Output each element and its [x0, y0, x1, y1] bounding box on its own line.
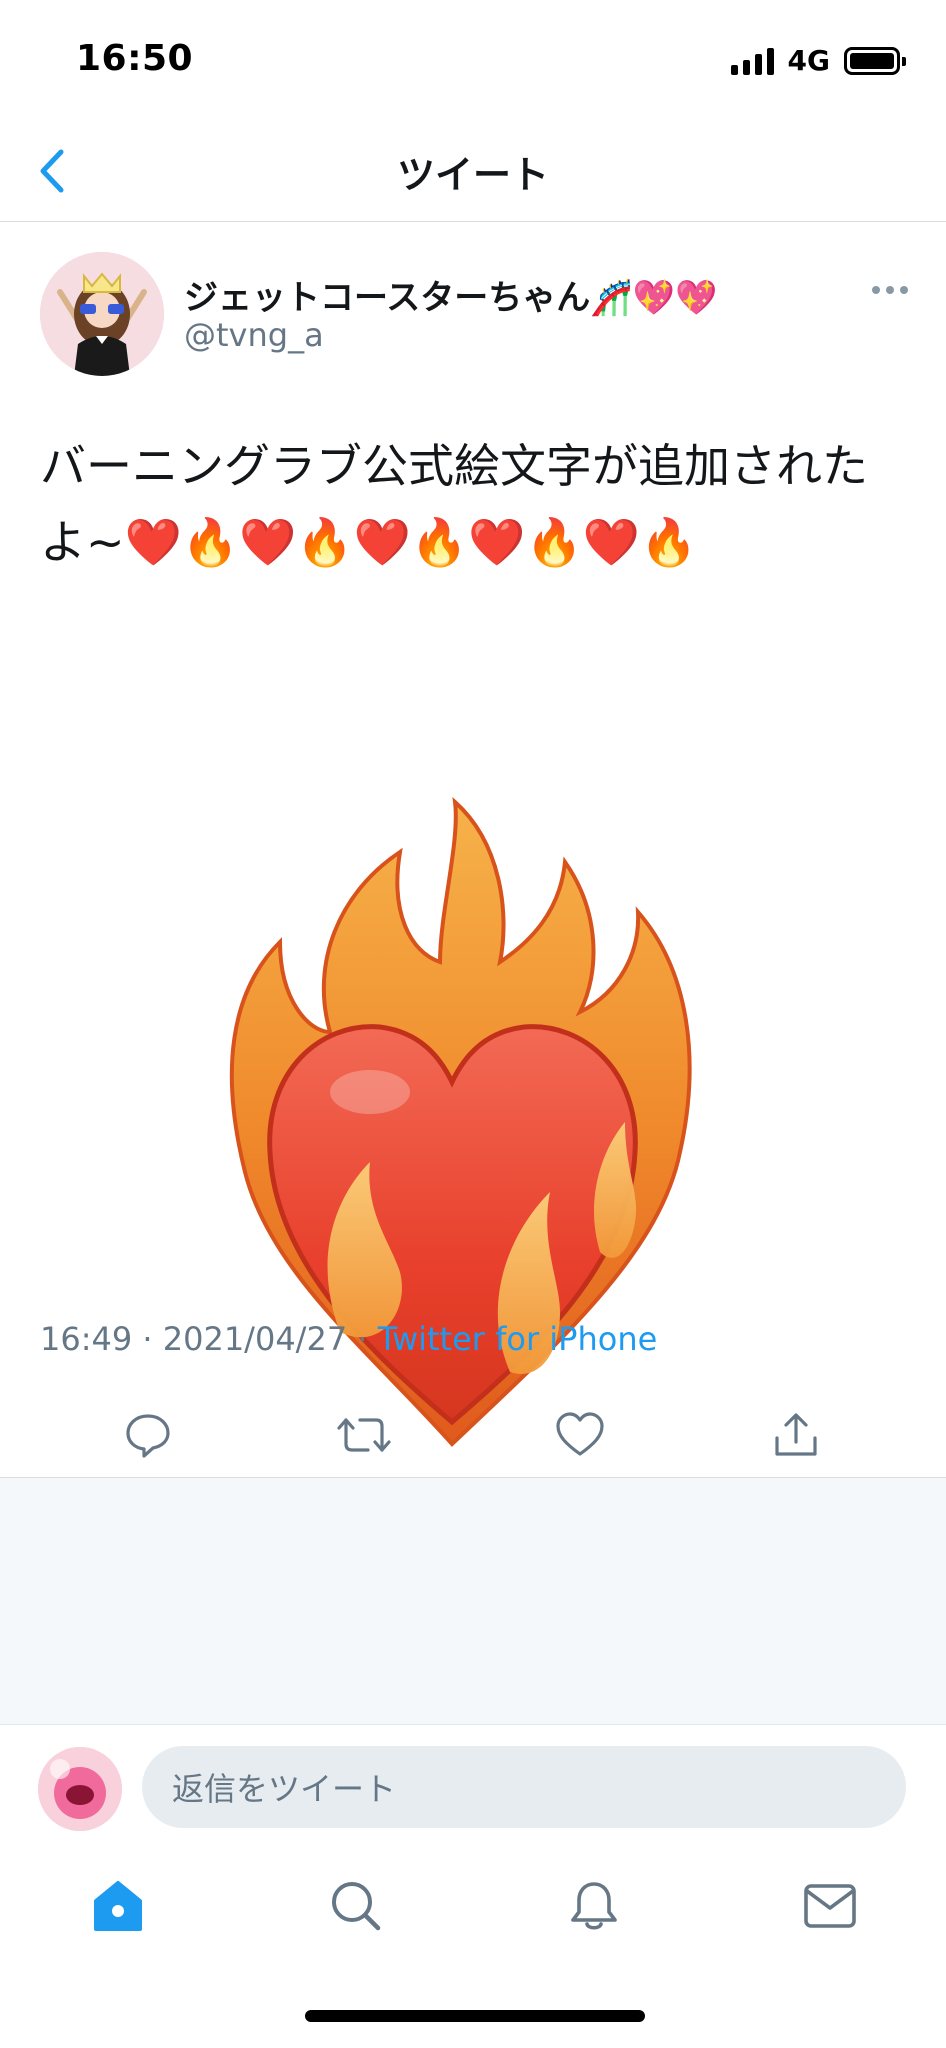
heart-icon	[556, 1412, 604, 1456]
tab-home[interactable]	[78, 1866, 158, 1946]
reply-input[interactable]: 返信をツイート	[142, 1746, 906, 1828]
share-button[interactable]	[756, 1397, 836, 1473]
tab-messages[interactable]	[790, 1866, 870, 1946]
avatar[interactable]	[40, 252, 164, 376]
like-button[interactable]	[540, 1397, 620, 1473]
search-icon	[332, 1882, 381, 1931]
meta-separator: ·	[347, 1320, 378, 1358]
more-options-button[interactable]	[866, 278, 914, 302]
retweet-button[interactable]	[324, 1397, 404, 1473]
signal-icon	[730, 47, 774, 75]
my-avatar[interactable]	[38, 1747, 122, 1831]
more-dots-icon	[872, 286, 880, 294]
tweet-image[interactable]	[40, 612, 906, 1492]
reply-button[interactable]	[108, 1397, 188, 1473]
tweet-text: バーニングラブ公式絵文字が追加されたよ~❤️🔥❤️🔥❤️🔥❤️🔥❤️🔥	[40, 439, 868, 569]
reply-icon	[126, 1414, 170, 1458]
home-indicator	[305, 2010, 645, 2022]
user-name[interactable]: ジェットコースターちゃん🎢💖💖	[184, 270, 717, 319]
tweet-date: 2021/04/27	[162, 1320, 348, 1358]
reply-bar: 返信をツイート	[0, 1724, 946, 1846]
tab-bar	[0, 1846, 946, 1966]
tweet-time: 16:49	[40, 1320, 133, 1358]
status-indicators: 4G	[730, 44, 906, 77]
mail-icon	[804, 1884, 856, 1928]
burning-heart-image	[229, 796, 692, 1447]
share-icon	[775, 1413, 817, 1456]
tab-search[interactable]	[316, 1866, 396, 1946]
status-bar: 16:50 4G	[0, 0, 946, 120]
tweet-meta: 16:49 · 2021/04/27 · Twitter for iPhone	[40, 1320, 657, 1358]
nav-header: ツイート	[0, 120, 946, 222]
empty-replies-area	[0, 1478, 946, 1724]
battery-icon	[844, 46, 906, 75]
page-title: ツイート	[396, 153, 549, 197]
tweet-actions	[0, 1397, 946, 1473]
tab-notifications[interactable]	[554, 1866, 634, 1946]
status-time: 16:50	[76, 38, 194, 79]
tweet-source-link[interactable]: Twitter for iPhone	[378, 1320, 658, 1358]
home-icon	[94, 1881, 142, 1931]
user-avatar-icon	[40, 252, 164, 376]
my-avatar-icon	[38, 1747, 122, 1831]
network-type: 4G	[787, 44, 830, 77]
meta-separator: ·	[132, 1320, 163, 1358]
user-handle[interactable]: @tvng_a	[184, 316, 324, 354]
bell-icon	[571, 1882, 617, 1930]
retweet-icon	[337, 1418, 391, 1452]
